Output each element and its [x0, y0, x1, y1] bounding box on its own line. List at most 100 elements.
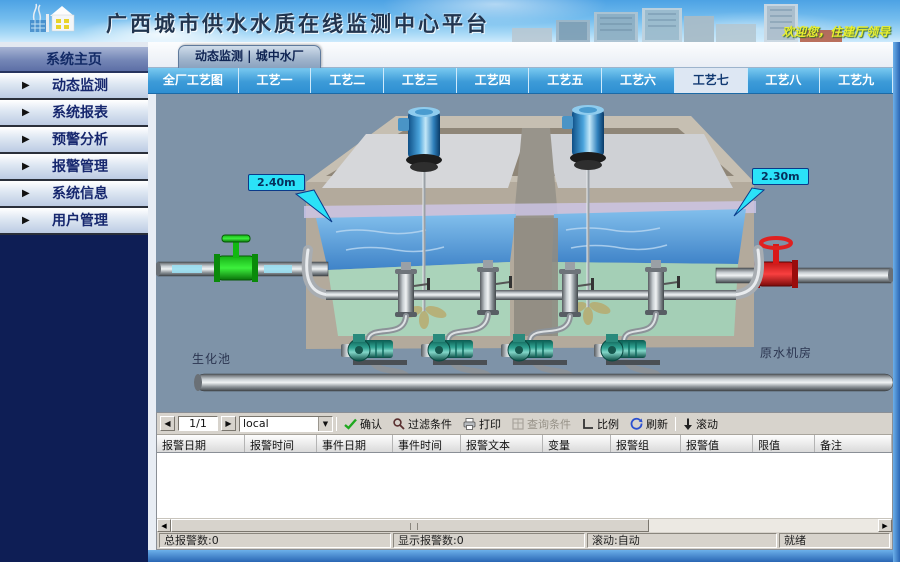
chevron-right-icon: ▶ [22, 127, 30, 153]
refresh-button[interactable]: 刷新 [626, 415, 672, 433]
sidebar-item-alarm-management[interactable]: ▶ 报警管理 [0, 154, 148, 181]
query-button-disabled[interactable]: 查询条件 [508, 415, 575, 433]
tab-process-5[interactable]: 工艺五 [529, 68, 602, 93]
alarm-table-body-empty[interactable] [157, 453, 892, 518]
acknowledge-label: 确认 [360, 416, 382, 432]
check-icon [344, 418, 357, 430]
col-event-date[interactable]: 事件日期 [317, 435, 393, 452]
autoscroll-button[interactable]: 滚动 [679, 415, 722, 433]
breadcrumb-tab[interactable]: 动态监测 | 城中水厂 [178, 45, 321, 68]
level-indicator-right: 2.30m [752, 168, 809, 185]
arrow-down-icon [683, 418, 693, 430]
horizontal-scrollbar: ◀ ▶ [157, 518, 892, 532]
sidebar-item-system-info[interactable]: ▶ 系统信息 [0, 181, 148, 208]
col-event-time[interactable]: 事件时间 [393, 435, 461, 452]
autoscroll-label: 滚动 [696, 416, 718, 432]
chevron-right-icon: ▶ [22, 208, 30, 234]
aeration-tanks [304, 116, 756, 349]
window-bottom-edge [148, 550, 900, 562]
filter-label: 过滤条件 [408, 416, 452, 432]
tab-process-4[interactable]: 工艺四 [457, 68, 530, 93]
alarm-toolbar: ◀ 1/1 ▶ local ▼ 确认 过滤条件 打印 查询条件 [157, 413, 892, 435]
area-label-biochemical-pool: 生化池 [192, 350, 231, 367]
level-indicator-left: 2.40m [248, 174, 305, 191]
next-page-button[interactable]: ▶ [221, 416, 236, 431]
print-label: 打印 [479, 416, 501, 432]
scrollbar-thumb[interactable] [171, 519, 649, 532]
main-area: 动态监测 | 城中水厂 全厂工艺图 工艺一 工艺二 工艺三 工艺四 工艺五 工艺… [148, 42, 893, 562]
tab-process-7-selected[interactable]: 工艺七 [675, 68, 748, 93]
area-label-raw-water-room: 原水机房 [760, 344, 812, 361]
sidebar-item-label: 报警管理 [52, 159, 108, 175]
printer-icon [463, 418, 476, 430]
chevron-down-icon: ▼ [318, 417, 332, 431]
valve-green[interactable] [214, 235, 258, 282]
sidebar: 系统主页 ▶ 动态监测 ▶ 系统报表 ▶ 预警分析 ▶ 报警管理 ▶ 系统信息 … [0, 42, 148, 562]
window-right-edge [893, 42, 900, 562]
chevron-right-icon: ▶ [22, 154, 30, 180]
refresh-label: 刷新 [646, 416, 668, 432]
col-remark[interactable]: 备注 [815, 435, 892, 452]
welcome-user-text: 欢迎您，住建厅领导 [782, 23, 890, 40]
outlet-pipe-right [716, 268, 893, 284]
alarm-table-header: 报警日期 报警时间 事件日期 事件时间 报警文本 变量 报警组 报警值 限值 备… [157, 435, 892, 453]
filter-button[interactable]: 过滤条件 [389, 415, 456, 433]
print-button[interactable]: 打印 [459, 415, 505, 433]
chevron-right-icon: ▶ [22, 181, 30, 207]
page-indicator: 1/1 [178, 416, 218, 431]
scale-button[interactable]: 比例 [578, 415, 623, 433]
acknowledge-button[interactable]: 确认 [340, 415, 386, 433]
sidebar-item-label: 系统信息 [52, 186, 108, 202]
server-dropdown[interactable]: local ▼ [239, 416, 333, 432]
sidebar-item-label: 预警分析 [52, 132, 108, 148]
prev-page-button[interactable]: ◀ [160, 416, 175, 431]
col-variable[interactable]: 变量 [543, 435, 611, 452]
raw-water-main-pipe [194, 374, 893, 391]
status-ready: 就绪 [779, 533, 890, 548]
col-alarm-value[interactable]: 报警值 [681, 435, 753, 452]
platform-logo-icon [22, 2, 102, 42]
tab-process-9[interactable]: 工艺九 [820, 68, 893, 93]
chevron-right-icon: ▶ [22, 100, 30, 126]
sidebar-item-warning-analysis[interactable]: ▶ 预警分析 [0, 127, 148, 154]
status-shown-alarms: 显示报警数:0 [393, 533, 585, 548]
tab-process-2[interactable]: 工艺二 [311, 68, 384, 93]
sidebar-item-user-management[interactable]: ▶ 用户管理 [0, 208, 148, 235]
sidebar-item-home[interactable]: 系统主页 [0, 47, 148, 73]
sidebar-item-label: 系统报表 [52, 105, 108, 121]
process-diagram [156, 94, 893, 412]
col-alarm-text[interactable]: 报警文本 [461, 435, 543, 452]
scrollbar-track[interactable] [649, 519, 878, 532]
query-icon [512, 418, 524, 430]
sidebar-item-system-reports[interactable]: ▶ 系统报表 [0, 100, 148, 127]
toolbar-separator [675, 417, 676, 431]
scada-canvas: 2.40m 2.30m 生化池 原水机房 [156, 94, 893, 412]
tab-process-3[interactable]: 工艺三 [384, 68, 457, 93]
query-label: 查询条件 [527, 416, 571, 432]
refresh-icon [630, 417, 643, 430]
tab-plant-overview[interactable]: 全厂工艺图 [148, 68, 239, 93]
page-title: 广西城市供水水质在线监测中心平台 [106, 8, 490, 38]
tab-process-6[interactable]: 工艺六 [602, 68, 675, 93]
server-dropdown-value: local [240, 417, 318, 431]
sidebar-item-dynamic-monitoring[interactable]: ▶ 动态监测 [0, 73, 148, 100]
sidebar-item-label: 用户管理 [52, 213, 108, 229]
axis-corner-icon [582, 418, 594, 430]
top-banner: 广西城市供水水质在线监测中心平台 欢迎您，住建厅领导 [0, 0, 900, 42]
tab-process-8[interactable]: 工艺八 [748, 68, 821, 93]
col-limit-value[interactable]: 限值 [753, 435, 815, 452]
status-total-alarms: 总报警数:0 [159, 533, 391, 548]
col-alarm-time[interactable]: 报警时间 [245, 435, 317, 452]
tab-process-1[interactable]: 工艺一 [239, 68, 312, 93]
col-alarm-group[interactable]: 报警组 [611, 435, 681, 452]
scroll-right-button[interactable]: ▶ [878, 519, 892, 532]
magnifier-icon [393, 418, 405, 430]
process-tab-bar: 全厂工艺图 工艺一 工艺二 工艺三 工艺四 工艺五 工艺六 工艺七 工艺八 工艺… [148, 68, 893, 94]
sidebar-item-label: 动态监测 [52, 78, 108, 94]
col-alarm-date[interactable]: 报警日期 [157, 435, 245, 452]
chevron-right-icon: ▶ [22, 73, 30, 99]
alarm-panel: ◀ 1/1 ▶ local ▼ 确认 过滤条件 打印 查询条件 [156, 412, 893, 550]
scroll-left-button[interactable]: ◀ [157, 519, 171, 532]
breadcrumb-row: 动态监测 | 城中水厂 [148, 42, 893, 68]
alarm-statusbar: 总报警数:0 显示报警数:0 滚动:自动 就绪 [157, 532, 892, 549]
